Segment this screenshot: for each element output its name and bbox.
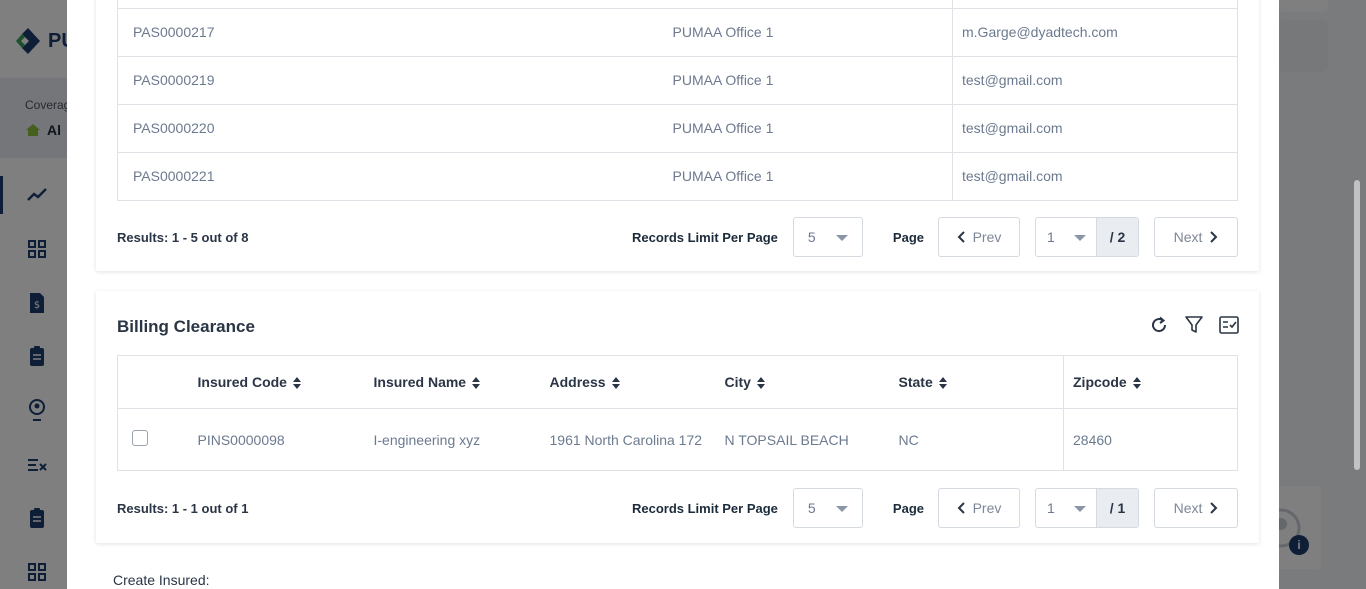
results-summary: Results: 1 - 1 out of 1 <box>117 500 249 516</box>
prev-page-button[interactable]: Prev <box>938 217 1020 257</box>
column-header-insured-name[interactable]: Insured Name <box>373 355 550 409</box>
table-row[interactable]: PAS0000220 PUMAA Office 1 test@gmail.com <box>117 103 1238 152</box>
table-row[interactable]: PAS0000221 PUMAA Office 1 test@gmail.com <box>117 151 1238 200</box>
insured-state: NC <box>898 431 919 448</box>
total-pages: / 2 <box>1096 218 1138 256</box>
prev-label: Prev <box>972 229 1002 245</box>
row-checkbox[interactable] <box>132 430 148 446</box>
insured-zipcode: 28460 <box>1063 408 1238 471</box>
table-row[interactable]: PAS0000217 PUMAA Office 1 m.Garge@dyadte… <box>117 7 1238 56</box>
record-office: PUMAA Office 1 <box>672 7 953 56</box>
insured-code: PINS0000098 <box>197 431 285 448</box>
record-office: PUMAA Office 1 <box>672 103 953 152</box>
insured-address: 1961 North Carolina 172 <box>549 431 703 448</box>
records-limit-select[interactable]: 5 <box>792 217 863 257</box>
table-row[interactable]: PAS0000219 PUMAA Office 1 test@gmail.com <box>117 55 1238 104</box>
record-email: m.Garge@dyadtech.com <box>952 7 1238 56</box>
page-number-select[interactable]: 1 / 2 <box>1035 217 1139 257</box>
modal-dialog: PAS0000217 PUMAA Office 1 m.Garge@dyadte… <box>67 0 1279 589</box>
record-code: PAS0000217 <box>117 7 673 56</box>
record-email: test@gmail.com <box>952 55 1238 104</box>
page-number-select[interactable]: 1 / 1 <box>1035 488 1139 528</box>
insured-city: N TOPSAIL BEACH <box>724 431 849 448</box>
chevron-down-icon <box>1074 506 1086 512</box>
filter-button[interactable] <box>1183 314 1204 335</box>
table-row[interactable]: PINS0000098 I-engineering xyz 1961 North… <box>118 408 1238 471</box>
refresh-icon <box>1151 316 1166 332</box>
billing-clearance-table: Insured Code Insured Name Address City S… <box>117 355 1238 471</box>
records-limit-value: 5 <box>807 500 816 516</box>
refresh-button[interactable] <box>1148 314 1169 335</box>
sort-icon[interactable] <box>756 377 765 390</box>
chevron-left-icon <box>957 231 965 243</box>
sort-icon[interactable] <box>292 377 301 390</box>
chevron-down-icon <box>835 235 848 241</box>
record-code: PAS0000221 <box>117 151 673 200</box>
filter-icon <box>1184 315 1203 333</box>
record-office: PUMAA Office 1 <box>672 55 953 104</box>
chevron-down-icon <box>1074 235 1086 241</box>
page-label: Page <box>892 229 924 245</box>
column-select <box>117 355 198 409</box>
column-header-address[interactable]: Address <box>549 355 725 409</box>
current-page: 1 <box>1047 500 1055 516</box>
section-title: Billing Clearance <box>117 317 255 336</box>
records-card: PAS0000217 PUMAA Office 1 m.Garge@dyadte… <box>96 0 1259 271</box>
column-header-insured-code[interactable]: Insured Code <box>197 355 374 409</box>
column-header-zipcode[interactable]: Zipcode <box>1063 355 1238 409</box>
column-header-state[interactable]: State <box>898 355 1064 409</box>
column-header-city[interactable]: City <box>724 355 899 409</box>
prev-page-button[interactable]: Prev <box>938 488 1020 528</box>
sort-icon[interactable] <box>1132 377 1141 390</box>
table-toolbar <box>1148 314 1239 335</box>
scrollbar-thumb[interactable] <box>1354 180 1360 470</box>
next-label: Next <box>1173 500 1203 516</box>
billing-pagination: Results: 1 - 1 out of 1 Records Limit Pe… <box>117 488 1238 528</box>
chevron-right-icon <box>1210 502 1218 514</box>
sort-icon[interactable] <box>611 377 620 390</box>
billing-clearance-card: Billing Clearance Insured Code Insured N… <box>96 291 1259 543</box>
next-label: Next <box>1173 229 1203 245</box>
records-table: PAS0000217 PUMAA Office 1 m.Garge@dyadte… <box>117 0 1238 201</box>
column-chooser-button[interactable] <box>1218 314 1239 335</box>
sort-icon[interactable] <box>472 377 481 390</box>
total-pages: / 1 <box>1096 489 1138 527</box>
record-email: test@gmail.com <box>952 103 1238 152</box>
create-insured-label: Create Insured: <box>113 572 210 588</box>
record-email: test@gmail.com <box>952 151 1238 200</box>
chevron-down-icon <box>835 506 848 512</box>
table-header-row: Insured Code Insured Name Address City S… <box>117 355 1238 409</box>
prev-label: Prev <box>972 500 1002 516</box>
insured-name: I-engineering xyz <box>373 431 481 448</box>
current-page: 1 <box>1047 229 1055 245</box>
next-page-button[interactable]: Next <box>1154 217 1238 257</box>
column-chooser-icon <box>1218 315 1239 334</box>
sort-icon[interactable] <box>938 377 947 390</box>
chevron-right-icon <box>1210 231 1218 243</box>
results-summary: Results: 1 - 5 out of 8 <box>117 229 249 245</box>
chevron-left-icon <box>957 502 965 514</box>
record-code: PAS0000219 <box>117 55 673 104</box>
page-label: Page <box>892 500 924 516</box>
record-office: PUMAA Office 1 <box>672 151 953 200</box>
next-page-button[interactable]: Next <box>1154 488 1238 528</box>
records-limit-label: Records Limit Per Page <box>631 229 778 245</box>
record-code: PAS0000220 <box>117 103 673 152</box>
records-limit-value: 5 <box>807 229 816 245</box>
records-pagination: Results: 1 - 5 out of 8 Records Limit Pe… <box>117 217 1238 257</box>
records-limit-label: Records Limit Per Page <box>631 500 778 516</box>
records-limit-select[interactable]: 5 <box>792 488 863 528</box>
